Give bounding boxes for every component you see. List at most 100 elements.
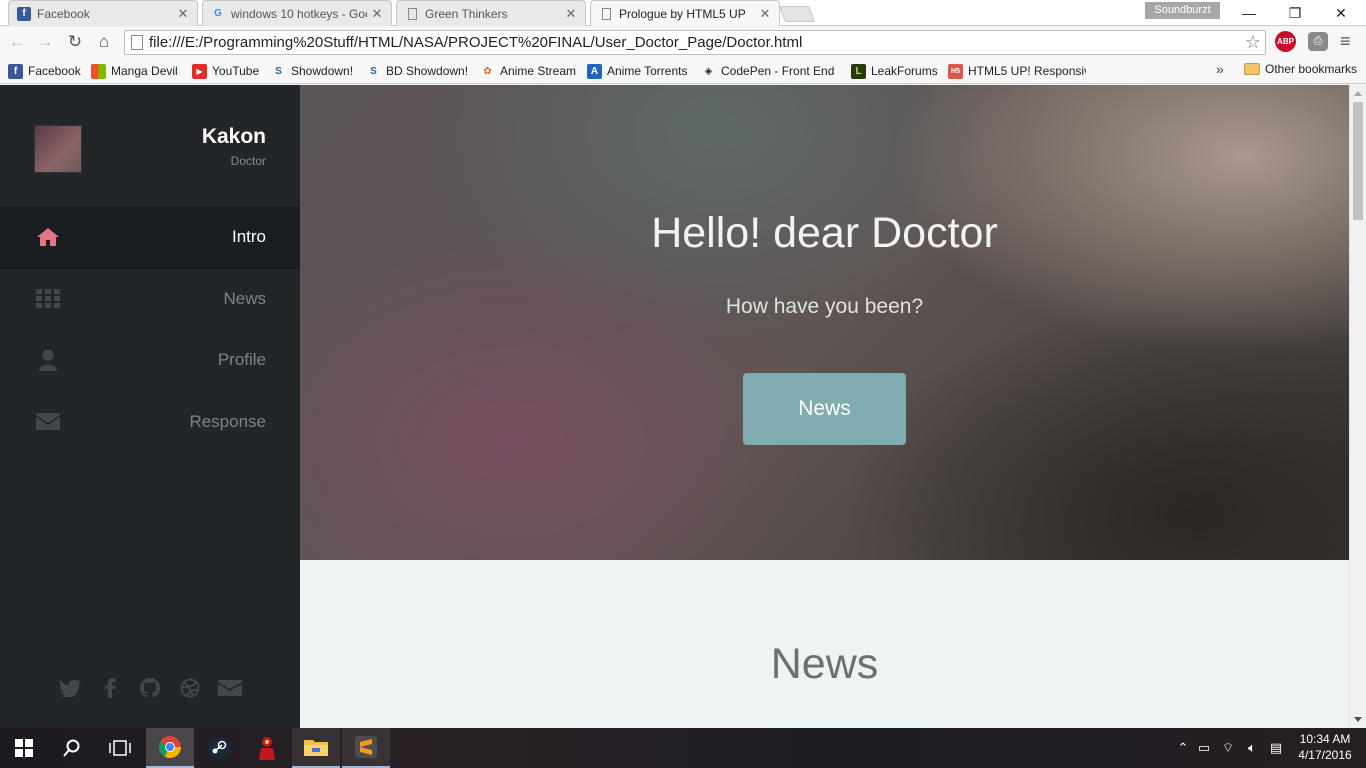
nav-item-news[interactable]: News: [0, 269, 300, 331]
user-role: Doctor: [230, 154, 266, 168]
showdown-icon: S: [271, 63, 286, 79]
nav-label: Response: [189, 412, 266, 431]
wifi-icon[interactable]: ⌔: [1216, 740, 1240, 756]
address-bar[interactable]: file:///E:/Programming%20Stuff/HTML/NASA…: [124, 30, 1266, 55]
bookmark-html5up[interactable]: H5 HTML5 UP! Responsiv: [948, 62, 1086, 80]
sidebar-profile: Kakon Doctor: [0, 85, 300, 207]
browser-tab-green-thinkers[interactable]: Green Thinkers ✕: [396, 0, 586, 26]
taskbar-clock[interactable]: 10:34 AM 4/17/2016: [1296, 731, 1354, 763]
bookmark-star-icon[interactable]: ☆: [1245, 32, 1261, 53]
url-text[interactable]: file:///E:/Programming%20Stuff/HTML/NASA…: [149, 34, 802, 51]
sidebar: Kakon Doctor Intro News Profile Response: [0, 85, 300, 728]
page-scrollbar[interactable]: [1349, 85, 1366, 728]
battery-icon[interactable]: ▭: [1192, 740, 1216, 756]
file-explorer-icon[interactable]: [292, 728, 340, 768]
browser-tab-facebook[interactable]: f Facebook ✕: [8, 0, 198, 26]
hero-subtitle: How have you been?: [725, 295, 924, 318]
tab-label: windows 10 hotkeys - Goo: [231, 6, 367, 21]
bookmark-label: Facebook: [28, 64, 81, 78]
bookmark-showdown[interactable]: S Showdown!: [271, 62, 353, 80]
user-name: Kakon: [201, 125, 266, 148]
restore-icon[interactable]: ❐: [1272, 0, 1318, 26]
browser-tab-google[interactable]: G windows 10 hotkeys - Goo ✕: [202, 0, 392, 26]
clock-date: 4/17/2016: [1298, 748, 1352, 762]
other-bookmarks-folder[interactable]: Other bookmarks: [1244, 62, 1357, 76]
youtube-icon: ▶: [192, 63, 207, 79]
extension-icon[interactable]: ⎙: [1308, 32, 1328, 51]
bookmark-manga-devil[interactable]: Manga Devil: [91, 62, 178, 80]
bookmark-anime-torrents[interactable]: A Anime Torrents: [587, 62, 687, 80]
nav-item-response[interactable]: Response: [0, 392, 300, 454]
envelope-icon[interactable]: [218, 677, 242, 699]
profile-badge[interactable]: Soundburzt: [1145, 2, 1220, 19]
tab-label: Prologue by HTML5 UP: [619, 6, 746, 21]
chrome-icon[interactable]: [146, 728, 194, 768]
close-window-icon[interactable]: ✕: [1318, 0, 1364, 26]
github-icon[interactable]: [138, 677, 162, 699]
scroll-up-arrow-icon[interactable]: [1354, 91, 1362, 96]
news-heading: News: [770, 640, 879, 688]
nav-item-intro[interactable]: Intro: [0, 207, 300, 269]
html5up-icon: H5: [948, 63, 963, 79]
page-icon: [131, 35, 143, 50]
nav-label: News: [223, 289, 266, 308]
bookmark-label: CodePen - Front End: [721, 64, 835, 78]
new-tab-button[interactable]: [779, 6, 815, 22]
adblock-plus-icon[interactable]: ABP: [1275, 31, 1296, 52]
bookmark-bd-showdown[interactable]: S BD Showdown!: [366, 62, 468, 80]
social-links: [58, 677, 258, 699]
page-icon: [405, 7, 419, 21]
bookmark-label: BD Showdown!: [386, 64, 469, 78]
codepen-icon: ◈: [701, 63, 716, 79]
twitter-icon[interactable]: [58, 677, 82, 699]
search-icon[interactable]: [48, 728, 96, 768]
menu-icon[interactable]: ≡: [1340, 31, 1351, 52]
browser-toolbar: ← → ↻ ⌂ file:///E:/Programming%20Stuff/H…: [0, 27, 1366, 58]
tab-label: Green Thinkers: [425, 6, 508, 21]
close-tab-icon[interactable]: ✕: [759, 6, 771, 22]
scroll-down-arrow-icon[interactable]: [1354, 717, 1362, 722]
more-bookmarks-button[interactable]: »: [1216, 61, 1224, 77]
avatar[interactable]: [34, 125, 82, 173]
home-button-icon[interactable]: ⌂: [93, 31, 115, 53]
home-icon: [36, 226, 60, 250]
nav-label: Intro: [231, 227, 266, 246]
reload-icon[interactable]: ↻: [64, 31, 86, 53]
sublime-text-icon[interactable]: [342, 728, 390, 768]
bookmarks-bar: f Facebook Manga Devil ▶ YouTube S Showd…: [0, 58, 1366, 84]
page-icon: [599, 7, 613, 21]
news-button[interactable]: News: [743, 373, 906, 445]
back-icon[interactable]: ←: [6, 31, 28, 53]
close-tab-icon[interactable]: ✕: [177, 6, 189, 22]
bookmark-anime-stream[interactable]: ✿ Anime Stream: [480, 62, 576, 80]
close-tab-icon[interactable]: ✕: [371, 6, 383, 22]
facebook-icon: f: [17, 6, 31, 21]
bookmark-label: Anime Stream: [500, 64, 577, 78]
bookmark-leakforums[interactable]: L LeakForums: [851, 62, 938, 80]
steam-icon[interactable]: [195, 728, 243, 768]
scrollbar-thumb[interactable]: [1353, 102, 1363, 220]
bookmark-codepen[interactable]: ◈ CodePen - Front End: [701, 62, 841, 80]
task-view-icon[interactable]: [96, 728, 144, 768]
close-tab-icon[interactable]: ✕: [565, 6, 577, 22]
anime-torrents-icon: A: [587, 63, 602, 79]
bookmark-facebook[interactable]: f Facebook: [8, 62, 81, 80]
app-red-icon[interactable]: [243, 728, 291, 768]
bookmark-label: Anime Torrents: [607, 64, 688, 78]
envelope-icon: [36, 411, 60, 435]
start-icon[interactable]: [0, 728, 48, 768]
dribbble-icon[interactable]: [178, 677, 202, 699]
notifications-icon[interactable]: ▤: [1264, 740, 1288, 756]
forward-icon[interactable]: →: [34, 31, 56, 53]
minimize-icon[interactable]: —: [1226, 0, 1272, 26]
bookmark-label: HTML5 UP! Responsiv: [968, 64, 1086, 78]
hero-banner: Hello! dear Doctor How have you been? Ne…: [300, 85, 1349, 560]
folder-icon: [1244, 63, 1260, 75]
windows-taskbar: ⌃ ▭ ⌔ 🔈︎ ▤ 10:34 AM 4/17/2016: [0, 728, 1366, 768]
browser-tab-prologue[interactable]: Prologue by HTML5 UP ✕: [590, 0, 780, 26]
facebook-icon[interactable]: [98, 677, 122, 699]
volume-icon[interactable]: 🔈︎: [1240, 740, 1264, 756]
bookmark-youtube[interactable]: ▶ YouTube: [192, 62, 259, 80]
tray-expand-chevron-up-icon[interactable]: ⌃: [1174, 740, 1192, 756]
nav-item-profile[interactable]: Profile: [0, 330, 300, 392]
